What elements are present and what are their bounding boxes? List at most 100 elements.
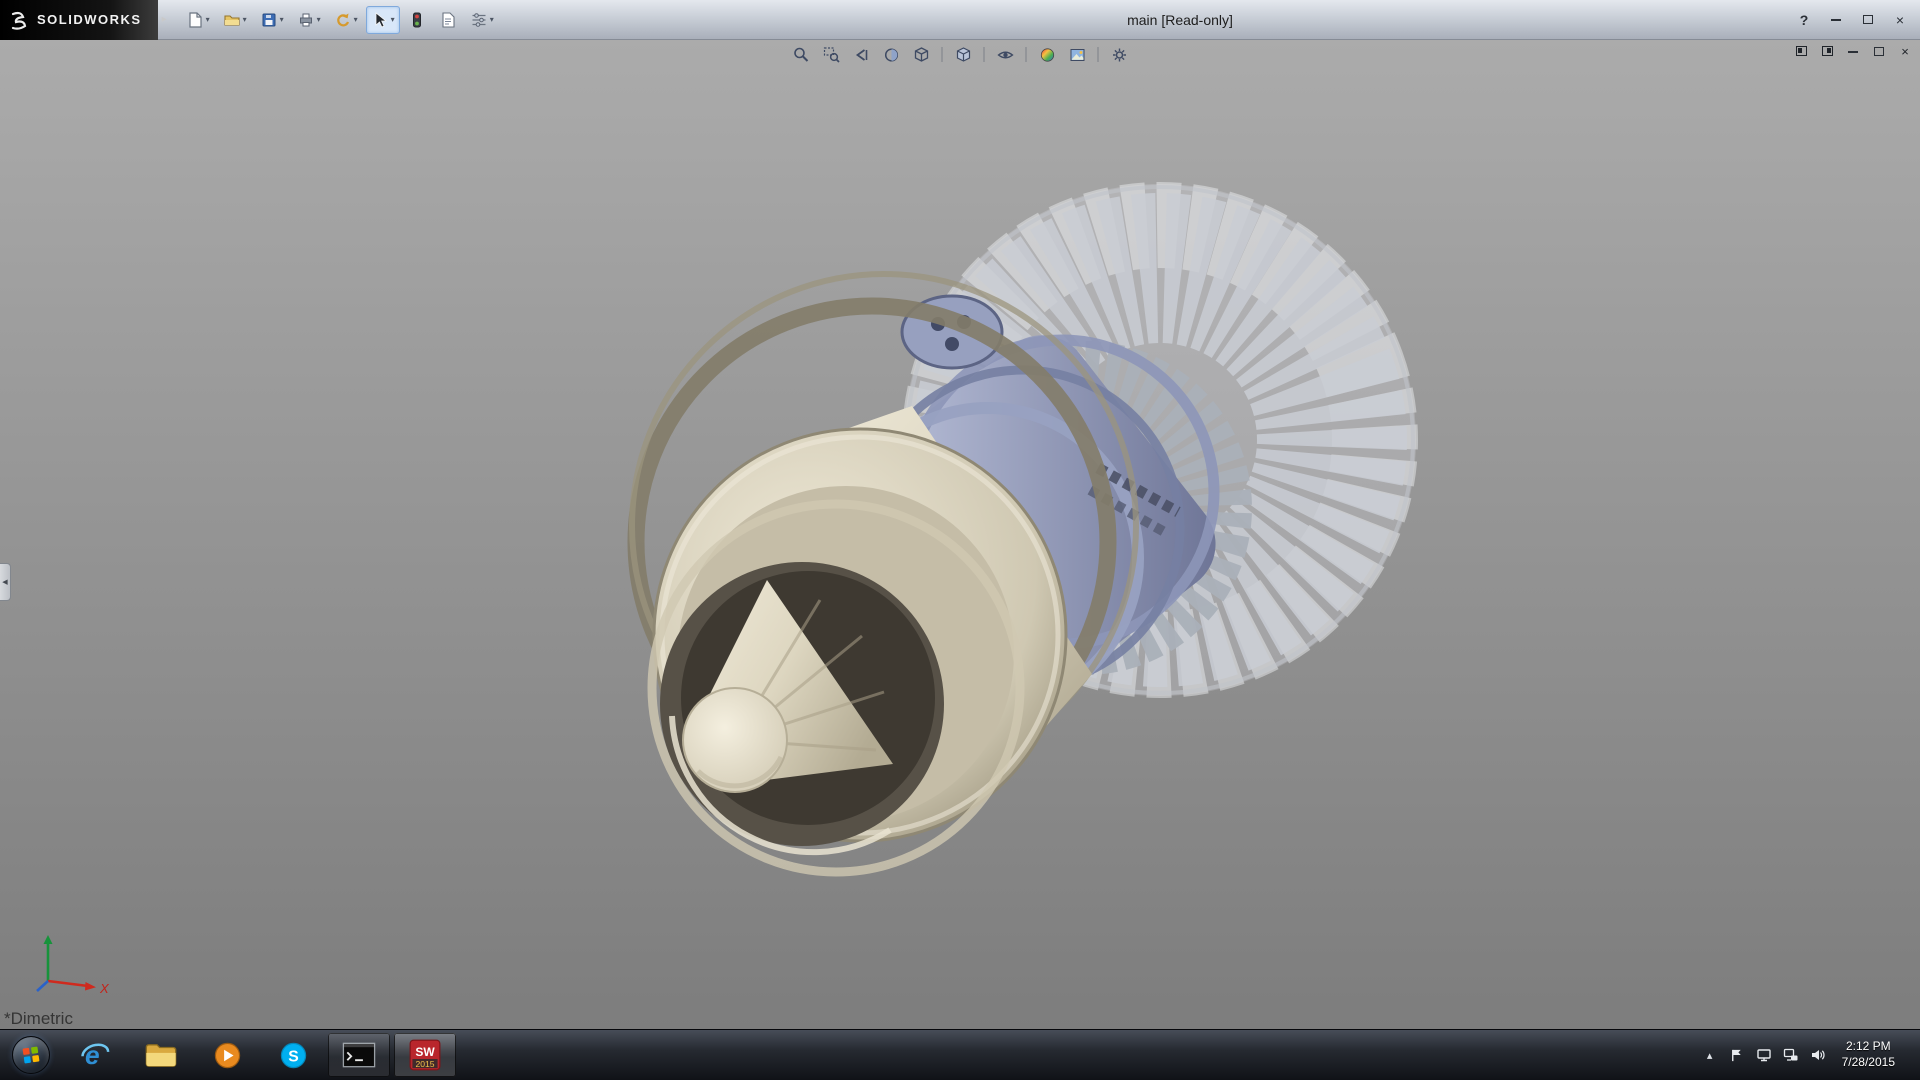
taskbar-app-internet-explorer[interactable]: e bbox=[64, 1033, 126, 1077]
section-view-button[interactable] bbox=[879, 43, 904, 66]
action-center-button[interactable] bbox=[1725, 1034, 1749, 1076]
taskbar-app-solidworks[interactable]: SW 2015 bbox=[394, 1033, 456, 1077]
display-style-icon bbox=[954, 46, 972, 64]
restore-button[interactable] bbox=[1860, 12, 1876, 28]
network-button[interactable] bbox=[1779, 1034, 1803, 1076]
titlebar: SOLIDWORKS ▸ ▾ ▾ bbox=[0, 0, 1920, 40]
brand-label: SOLIDWORKS bbox=[37, 12, 142, 27]
clock-time: 2:12 PM bbox=[1842, 1039, 1895, 1055]
doc-minimize-icon bbox=[1848, 50, 1858, 53]
titlebar-controls: ? × bbox=[1796, 12, 1920, 28]
svg-text:S: S bbox=[288, 1048, 298, 1065]
restore-icon bbox=[1863, 15, 1873, 24]
action-center-flag-icon bbox=[1729, 1048, 1744, 1063]
save-button[interactable]: ▾ bbox=[255, 6, 289, 34]
split-panes-icon bbox=[1822, 46, 1833, 56]
minimize-icon bbox=[1831, 18, 1841, 21]
display-icon bbox=[1756, 1047, 1772, 1063]
document-window-controls: × bbox=[1794, 44, 1912, 58]
doc-close-button[interactable]: × bbox=[1898, 44, 1912, 58]
view-settings-gear-icon bbox=[1110, 46, 1128, 64]
edit-appearance-button[interactable] bbox=[1035, 43, 1060, 66]
media-player-icon bbox=[213, 1041, 242, 1070]
internet-explorer-icon: e bbox=[79, 1040, 111, 1070]
doc-minimize-button[interactable] bbox=[1846, 44, 1860, 58]
solidworks-logo[interactable]: SOLIDWORKS bbox=[0, 0, 158, 40]
zoom-area-icon bbox=[822, 46, 840, 64]
rebuild-button[interactable] bbox=[403, 6, 431, 34]
network-icon bbox=[1783, 1047, 1799, 1063]
open-button[interactable]: ▾ bbox=[218, 6, 252, 34]
undo-button[interactable]: ▾ bbox=[329, 6, 363, 34]
previous-view-button[interactable] bbox=[849, 43, 874, 66]
dropdown-arrow[interactable]: ▾ bbox=[490, 15, 494, 24]
graphics-area[interactable]: × ◀ X *Dimetric bbox=[0, 40, 1920, 1029]
new-document-button[interactable]: ▾ bbox=[181, 6, 215, 34]
section-view-icon bbox=[882, 46, 900, 64]
taskbar-clock[interactable]: 2:12 PM 7/28/2015 bbox=[1833, 1039, 1904, 1070]
close-button[interactable]: × bbox=[1892, 12, 1908, 28]
options-button[interactable]: ▾ bbox=[465, 6, 499, 34]
minimize-button[interactable] bbox=[1828, 12, 1844, 28]
system-tray: ▴ bbox=[1698, 1030, 1920, 1080]
clock-date: 7/28/2015 bbox=[1842, 1055, 1895, 1071]
panel-splitter-tab[interactable]: ◀ bbox=[0, 563, 11, 601]
engine-model[interactable] bbox=[0, 40, 1920, 1029]
view-settings-button[interactable] bbox=[1107, 43, 1132, 66]
undo-icon bbox=[334, 11, 352, 29]
toolbar-separator bbox=[1098, 47, 1099, 62]
dropdown-arrow[interactable]: ▾ bbox=[206, 15, 210, 24]
solidworks-window: SOLIDWORKS ▸ ▾ ▾ bbox=[0, 0, 1920, 1080]
doc-restore-button[interactable] bbox=[1872, 44, 1886, 58]
dropdown-arrow[interactable]: ▾ bbox=[391, 15, 395, 24]
hide-show-items-button[interactable] bbox=[993, 43, 1018, 66]
toolbar-separator bbox=[984, 47, 985, 62]
file-explorer-icon bbox=[145, 1042, 177, 1069]
taskbar: e S bbox=[0, 1029, 1920, 1080]
doc-restore-icon bbox=[1874, 47, 1884, 56]
view-orientation-button[interactable] bbox=[909, 43, 934, 66]
x-axis-arrow bbox=[85, 982, 96, 991]
taskbar-app-file-explorer[interactable] bbox=[130, 1033, 192, 1077]
solidworks-year-badge: 2015 bbox=[415, 1059, 434, 1069]
options-sliders-icon bbox=[470, 11, 488, 29]
apply-scene-button[interactable] bbox=[1065, 43, 1090, 66]
dropdown-arrow[interactable]: ▾ bbox=[354, 15, 358, 24]
file-properties-icon bbox=[439, 11, 457, 29]
edit-appearance-ball-icon bbox=[1038, 46, 1056, 64]
taskbar-app-media-player[interactable] bbox=[196, 1033, 258, 1077]
print-icon bbox=[297, 11, 315, 29]
open-folder-icon bbox=[223, 11, 241, 29]
toolbar-separator bbox=[942, 47, 943, 62]
save-icon bbox=[260, 11, 278, 29]
skype-icon: S bbox=[279, 1041, 308, 1070]
menu-expand-arrow[interactable]: ▸ bbox=[158, 14, 171, 25]
volume-button[interactable] bbox=[1806, 1034, 1830, 1076]
new-document-icon bbox=[186, 11, 204, 29]
windows-orb-icon bbox=[12, 1036, 50, 1074]
dropdown-arrow[interactable]: ▾ bbox=[243, 15, 247, 24]
zoom-area-button[interactable] bbox=[819, 43, 844, 66]
tray-expand-button[interactable]: ▴ bbox=[1698, 1034, 1722, 1076]
dropdown-arrow[interactable]: ▾ bbox=[317, 15, 321, 24]
print-button[interactable]: ▾ bbox=[292, 6, 326, 34]
split-panes-button[interactable] bbox=[1820, 44, 1834, 58]
help-button[interactable]: ? bbox=[1796, 12, 1812, 28]
display-style-button[interactable] bbox=[951, 43, 976, 66]
taskbar-app-command-prompt[interactable] bbox=[328, 1033, 390, 1077]
x-axis-label: X bbox=[99, 981, 110, 996]
start-button[interactable] bbox=[0, 1030, 62, 1080]
file-properties-button[interactable] bbox=[434, 6, 462, 34]
select-button[interactable]: ▾ bbox=[366, 6, 400, 34]
tile-panes-button[interactable] bbox=[1794, 44, 1808, 58]
display-settings-button[interactable] bbox=[1752, 1034, 1776, 1076]
svg-text:SW: SW bbox=[415, 1045, 435, 1059]
solidworks-logo-icon bbox=[10, 10, 30, 30]
zoom-fit-button[interactable] bbox=[789, 43, 814, 66]
apply-scene-icon bbox=[1068, 46, 1086, 64]
main-toolbar: ▾ ▾ ▾ bbox=[171, 6, 499, 34]
dropdown-arrow[interactable]: ▾ bbox=[280, 15, 284, 24]
z-axis-arrow bbox=[37, 981, 48, 991]
taskbar-app-skype[interactable]: S bbox=[262, 1033, 324, 1077]
orientation-triad: X bbox=[32, 931, 116, 999]
